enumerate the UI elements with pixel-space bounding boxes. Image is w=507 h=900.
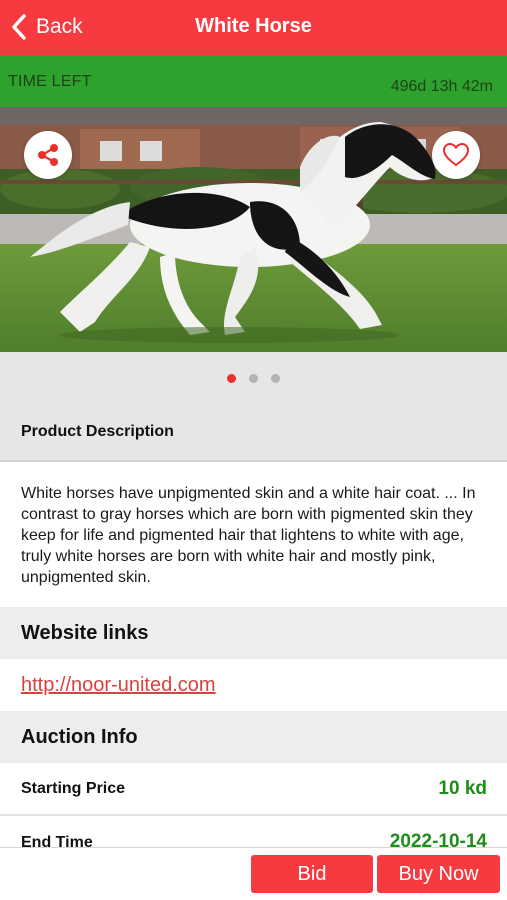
favorite-button[interactable] (432, 131, 480, 179)
share-button[interactable] (24, 131, 72, 179)
buy-now-button[interactable]: Buy Now (377, 855, 500, 893)
bottom-action-bar: Bid Buy Now (0, 847, 507, 900)
page-title: White Horse (195, 15, 312, 37)
gallery-dot-3[interactable] (271, 374, 280, 383)
time-left-label: TIME LEFT (8, 73, 92, 90)
website-link[interactable]: http://noor-united.com (21, 674, 216, 697)
horse-photo (0, 107, 507, 352)
row-divider (0, 814, 507, 816)
bid-button[interactable]: Bid (251, 855, 373, 893)
time-left-bar: TIME LEFT 496d 13h 42m (0, 55, 507, 107)
share-icon (38, 144, 58, 166)
product-image[interactable] (0, 107, 507, 352)
product-description-text: White horses have unpigmented skin and a… (21, 485, 476, 586)
product-description-header: Product Description (0, 404, 507, 462)
heart-icon (442, 142, 470, 167)
auction-info-title: Auction Info (21, 726, 138, 748)
product-description-title: Product Description (21, 423, 174, 440)
gallery-dot-1[interactable] (227, 374, 236, 383)
website-links-title: Website links (21, 622, 149, 644)
starting-price-label: Starting Price (21, 780, 126, 797)
gallery-dot-2[interactable] (249, 374, 258, 383)
website-links-header: Website links (0, 607, 507, 659)
top-app-bar: Back White Horse (0, 0, 507, 55)
time-left-value: 496d 13h 42m (390, 78, 493, 95)
starting-price-value: 10 kd (438, 778, 487, 799)
auction-info-header: Auction Info (0, 711, 507, 763)
gallery-indicator (0, 352, 507, 404)
